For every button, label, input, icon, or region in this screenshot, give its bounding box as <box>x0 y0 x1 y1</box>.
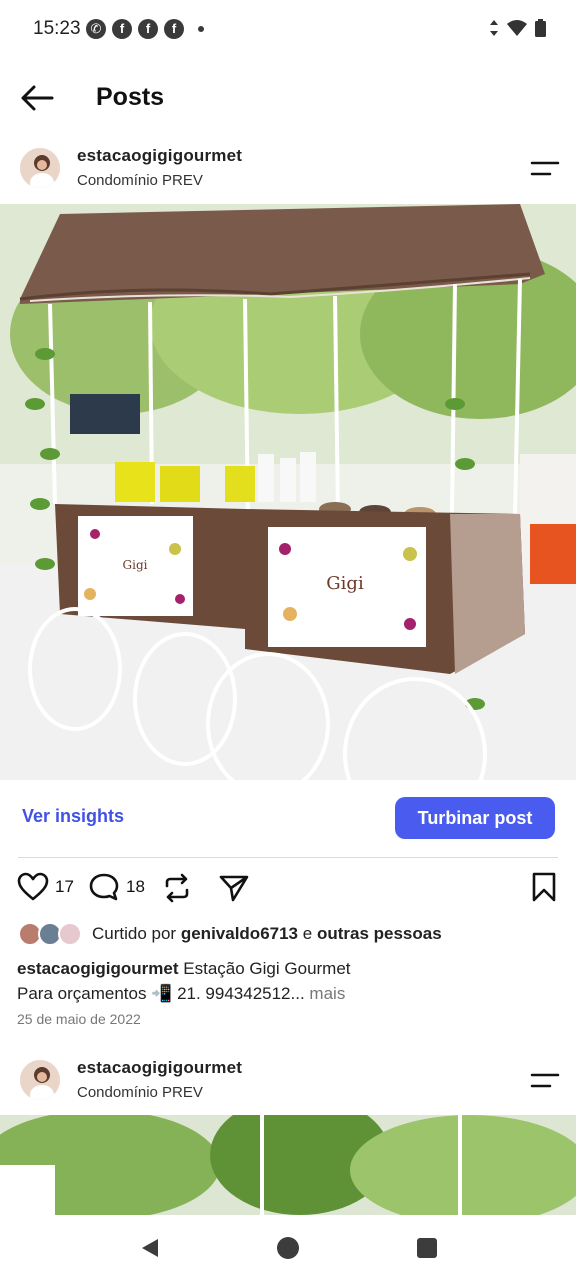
post-header: estacaogigigourmet Condomínio PREV <box>0 140 576 202</box>
facebook-icon: f <box>138 19 158 39</box>
system-icons <box>489 19 546 37</box>
facebook-icon: f <box>112 19 132 39</box>
nav-home-icon[interactable] <box>277 1237 299 1259</box>
menu-icon[interactable] <box>530 1070 560 1092</box>
liked-by-conjunction: e <box>302 924 313 943</box>
post-caption: estacaogigigourmet Estação Gigi Gourmet … <box>17 956 351 1006</box>
svg-text:Gigi: Gigi <box>123 558 148 572</box>
heart-icon[interactable] <box>17 872 49 902</box>
app-header: Posts <box>0 60 576 136</box>
post-location[interactable]: Condomínio PREV <box>77 172 203 189</box>
battery-icon <box>535 19 546 37</box>
nav-recents-icon[interactable] <box>417 1238 437 1258</box>
post-image[interactable]: Gigi Gigi <box>0 204 576 780</box>
status-time: 15:23 <box>33 18 81 39</box>
notification-icons: ✆ f f f <box>86 19 204 39</box>
next-post-image[interactable] <box>0 1115 576 1215</box>
liked-by-user[interactable]: genivaldo6713 <box>181 924 298 943</box>
cart-photo: Gigi Gigi <box>0 204 576 780</box>
boost-post-button[interactable]: Turbinar post <box>395 797 555 839</box>
facebook-icon: f <box>164 19 184 39</box>
comments-count: 18 <box>126 877 145 896</box>
like-action[interactable]: 17 <box>17 872 74 902</box>
caption-line2: Para orçamentos 📲 21. 994342512... <box>17 984 305 1003</box>
bookmark-icon[interactable] <box>531 872 557 902</box>
menu-icon[interactable] <box>530 158 560 180</box>
more-link[interactable]: mais <box>309 984 345 1003</box>
liked-by-others[interactable]: outras pessoas <box>317 924 442 943</box>
likes-count: 17 <box>55 877 74 896</box>
wifi-icon <box>507 20 527 36</box>
post-date: 25 de maio de 2022 <box>17 1011 141 1027</box>
repost-icon[interactable] <box>162 872 192 904</box>
page-title: Posts <box>96 83 165 111</box>
liked-by-prefix: Curtido por <box>92 924 177 943</box>
avatar[interactable] <box>20 1060 60 1100</box>
svg-text:Gigi: Gigi <box>326 573 364 594</box>
caption-line1: Estação Gigi Gourmet <box>183 959 351 978</box>
avatar[interactable] <box>20 148 60 188</box>
foliage-photo <box>0 1115 576 1215</box>
liked-by-text: Curtido por genivaldo6713 e outras pesso… <box>92 924 442 944</box>
share-icon[interactable] <box>218 872 250 904</box>
back-arrow-icon[interactable] <box>18 80 58 116</box>
divider <box>18 857 558 858</box>
comment-action[interactable]: 18 <box>88 872 145 902</box>
avatar-image <box>20 148 60 188</box>
insights-link[interactable]: Ver insights <box>22 806 124 827</box>
avatar-image <box>20 1060 60 1100</box>
system-nav-bar <box>0 1215 576 1280</box>
liker-avatars <box>18 921 84 947</box>
status-bar: 15:23 ✆ f f f <box>0 0 576 60</box>
dot-icon <box>198 26 204 32</box>
post-username[interactable]: estacaogigigourmet <box>77 146 242 166</box>
post-location[interactable]: Condomínio PREV <box>77 1084 203 1101</box>
comment-icon[interactable] <box>88 872 120 902</box>
caption-username[interactable]: estacaogigigourmet <box>17 959 179 978</box>
data-arrows-icon <box>490 20 498 36</box>
post-username[interactable]: estacaogigigourmet <box>77 1058 242 1078</box>
liked-by-row[interactable]: Curtido por genivaldo6713 e outras pesso… <box>18 920 442 948</box>
action-row: 17 18 <box>0 868 576 908</box>
whatsapp-icon: ✆ <box>86 19 106 39</box>
liker-avatar <box>58 922 82 946</box>
next-post-header: estacaogigigourmet Condomínio PREV <box>0 1052 576 1114</box>
nav-back-icon[interactable] <box>140 1237 160 1259</box>
